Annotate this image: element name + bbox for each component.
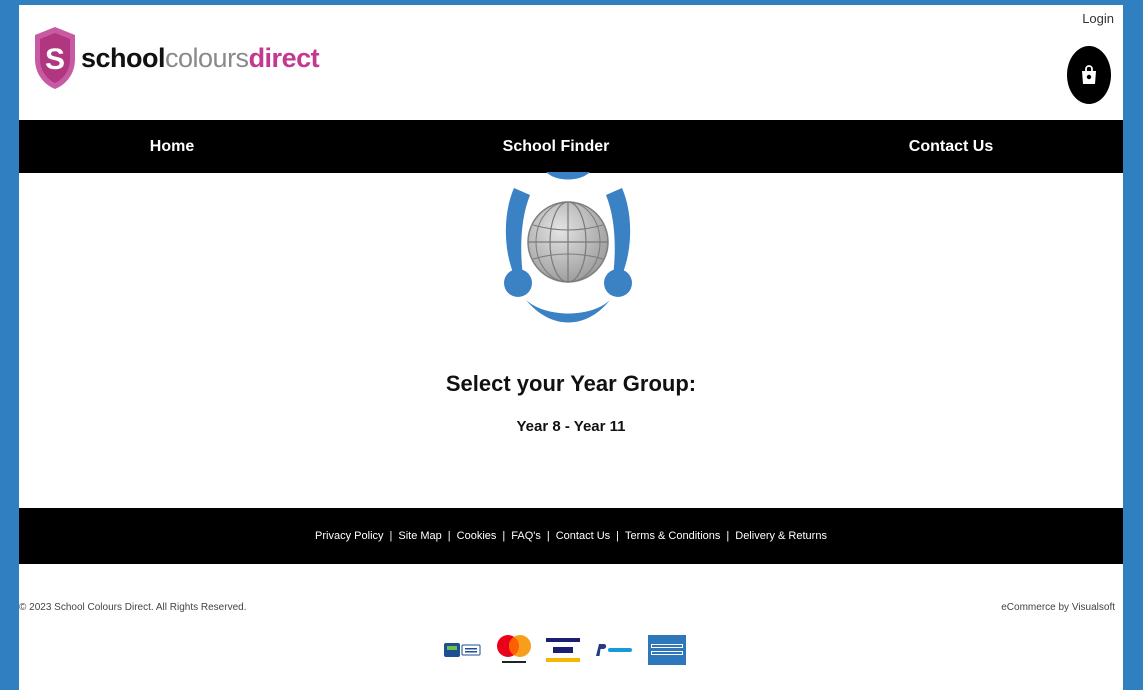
logo-text: schoolcoloursdirect [81, 42, 320, 74]
footer-link-terms[interactable]: Terms & Conditions [625, 530, 720, 542]
logo-text-colours: colours [165, 42, 249, 73]
copyright-text: © 2023 School Colours Direct. All Rights… [19, 602, 247, 613]
footer-link-contact-us[interactable]: Contact Us [556, 530, 610, 542]
site-logo[interactable]: S schoolcoloursdirect [33, 25, 320, 91]
shopping-bag-icon [1082, 65, 1096, 84]
nav-home[interactable]: Home [150, 120, 194, 173]
footer-separator: | [546, 530, 550, 542]
footer-link-privacy[interactable]: Privacy Policy [315, 530, 383, 542]
footer-separator: | [447, 530, 451, 542]
main-nav: Home School Finder Contact Us [19, 120, 1123, 173]
american-express-icon [648, 635, 686, 665]
footer-separator: | [726, 530, 730, 542]
basket-button[interactable] [1067, 46, 1111, 104]
logo-text-direct: direct [248, 42, 320, 73]
footer-separator: | [616, 530, 620, 542]
page-heading: Select your Year Group: [445, 371, 697, 396]
payment-logos [444, 633, 686, 667]
footer-link-faqs[interactable]: FAQ's [511, 530, 541, 542]
nav-contact-us[interactable]: Contact Us [909, 120, 993, 173]
footer-link-cookies[interactable]: Cookies [457, 530, 497, 542]
pci-dss-icon [444, 643, 481, 657]
login-link[interactable]: Login [1082, 11, 1114, 26]
footer-nav: Privacy Policy | Site Map | Cookies | FAQ's | Co… [19, 508, 1123, 564]
footer-links: Privacy Policy | Site Map | Cookies | FAQ's | Co… [315, 530, 827, 542]
header: S schoolcoloursdirect Login [19, 5, 1123, 120]
logo-text-school: school [81, 42, 166, 73]
shield-s-logo-icon: S [35, 27, 75, 89]
globe-people-icon [504, 172, 632, 323]
svg-text:S: S [45, 43, 65, 76]
page: S schoolcoloursdirect Login Home School … [19, 5, 1123, 690]
nav-school-finder[interactable]: School Finder [503, 120, 610, 173]
footer-separator: | [502, 530, 506, 542]
paypal-icon [596, 644, 632, 656]
year-group-link[interactable]: Year 8 - Year 11 [19, 418, 1123, 435]
mastercard-icon [497, 635, 531, 663]
footer-separator: | [389, 530, 393, 542]
ecommerce-credit-link[interactable]: eCommerce by Visualsoft [1001, 602, 1115, 613]
visa-icon [546, 638, 580, 662]
footer-link-site-map[interactable]: Site Map [398, 530, 441, 542]
footer-link-delivery-returns[interactable]: Delivery & Returns [735, 530, 827, 542]
